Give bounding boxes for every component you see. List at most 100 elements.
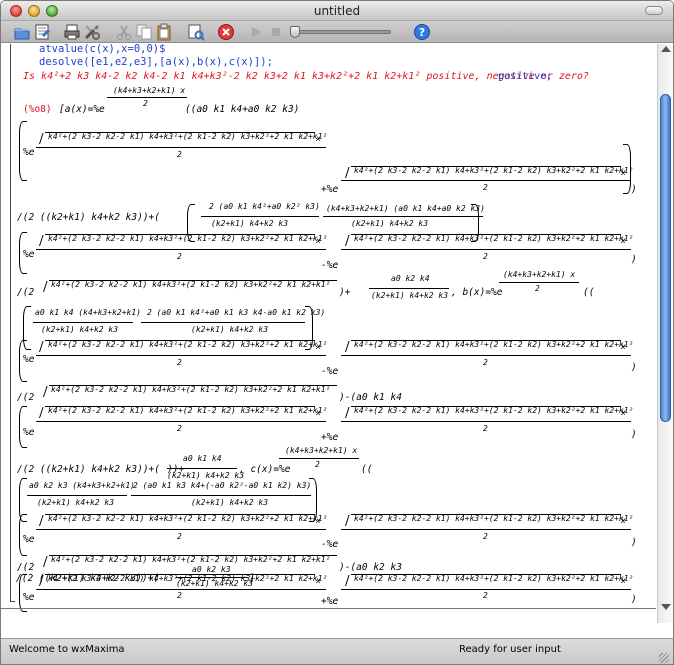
fraction-bar — [131, 495, 311, 496]
b-lhs: , b(x)=%e — [451, 287, 503, 298]
minus-e: -%e — [321, 260, 339, 271]
fraction-bar — [341, 589, 631, 590]
plus-e: +%e — [321, 184, 339, 195]
frac-num: a0 k2 k4 — [391, 274, 430, 283]
e1: %e — [23, 147, 35, 158]
b-den-2: (k2+k1) k4+k2 k3 — [191, 325, 269, 334]
exp-num-a: (k4+k3+k2+k1) x — [113, 86, 186, 95]
frac3-num: (k4+k3+k2+k1) (a0 k1 k4+a0 k2 k3) — [326, 204, 485, 213]
frac3-den: (k2+k1) k4+k2 k3 — [351, 219, 429, 228]
e4: %e — [23, 427, 35, 438]
copy-icon[interactable] — [135, 23, 153, 41]
fraction-bar — [36, 355, 326, 356]
plus-e: +%e — [321, 432, 339, 443]
toolbar-toggle-button[interactable] — [645, 6, 663, 15]
sqrt-body-6: k4²+(2 k3-2 k2-2 k1) k4+k3²+(2 k1-2 k2) … — [48, 340, 328, 349]
sqrt-body-5: k4²+(2 k3-2 k2-2 k1) k4+k3²+(2 k1-2 k2) … — [51, 280, 331, 289]
x-var: x — [621, 576, 626, 585]
fraction-bar — [369, 288, 449, 289]
fraction-bar — [141, 322, 305, 323]
resize-grip-icon[interactable] — [659, 653, 669, 663]
cell-divider — [0, 608, 656, 609]
minus-a0k2k3: )-(a0 k2 k3 — [339, 562, 402, 573]
x-var: x — [316, 576, 321, 585]
sqrt-body-8: k4²+(2 k3-2 k2-2 k1) k4+k3²+(2 k1-2 k2) … — [51, 385, 331, 394]
scroll-down-icon[interactable] — [661, 604, 671, 610]
sqrt-body-1: k4²+(2 k3-2 k2-2 k1) k4+k3²+(2 k1-2 k2) … — [48, 132, 328, 141]
e2: %e — [23, 249, 35, 260]
fraction-bar — [341, 355, 631, 356]
settings-icon[interactable] — [83, 23, 101, 41]
div-1: /(2 ((k2+k1) k4+k2 k3))+( — [17, 212, 160, 223]
frac2-num: 2 (a0 k1 k4²+a0 k2² k3) — [209, 202, 320, 211]
paste-icon[interactable] — [155, 23, 173, 41]
close-paren: ) — [631, 594, 637, 605]
denominator: 2 — [483, 424, 488, 433]
fraction-bar — [36, 589, 326, 590]
open-document-icon[interactable] — [33, 23, 51, 41]
worksheet[interactable]: atvalue(c(x),x=0,0)$ desolve([e1,e2,e3],… — [1, 44, 657, 623]
sqrt-body-15: k4²+(2 k3-2 k2-2 k1) k4+k3²+(2 k1-2 k2) … — [354, 574, 634, 583]
close-paren: ) — [631, 254, 637, 265]
cell-bracket[interactable] — [10, 44, 15, 602]
status-left: Welcome to wxMaxima — [9, 644, 125, 655]
new-document-icon[interactable] — [13, 23, 31, 41]
x-var: x — [316, 516, 321, 525]
stop-icon[interactable] — [217, 23, 235, 41]
input-line-1[interactable]: atvalue(c(x),x=0,0)$ — [39, 44, 165, 55]
denominator: 2 — [483, 183, 488, 192]
app-window: untitled ? atvalue(c(x),x=0,0)$ desolve(… — [0, 0, 674, 665]
status-right: Ready for user input — [459, 644, 561, 655]
denominator: 2 — [483, 532, 488, 541]
frac2-den: (k2+k1) k4+k2 k3 — [211, 219, 289, 228]
fraction-bar — [341, 249, 631, 250]
x-var: x — [316, 236, 321, 245]
close-paren: ) — [631, 362, 637, 373]
vertical-scrollbar[interactable] — [657, 44, 673, 623]
e5: %e — [23, 534, 35, 545]
x-var: x — [621, 408, 626, 417]
fraction-bar — [201, 216, 319, 217]
b-num-2: 2 (a0 k1 k4²+a0 k1 k3 k4-a0 k1 k2 k3) — [147, 308, 326, 317]
plus-e: +%e — [321, 596, 339, 607]
play-icon[interactable] — [247, 23, 265, 41]
fraction-bar — [499, 282, 579, 283]
cut-icon[interactable] — [115, 23, 133, 41]
fraction-bar — [323, 216, 483, 217]
frac-num: a0 k1 k4 — [183, 454, 222, 463]
fraction-bar — [341, 421, 631, 422]
sqrt-body-4: k4²+(2 k3-2 k2-2 k1) k4+k3²+(2 k1-2 k2) … — [354, 234, 634, 243]
minus-a0k1k4: )-(a0 k1 k4 — [339, 392, 402, 403]
sqrt-body-9: k4²+(2 k3-2 k2-2 k1) k4+k3²+(2 k1-2 k2) … — [48, 406, 328, 415]
scroll-up-icon[interactable] — [661, 46, 671, 52]
x-var: x — [316, 134, 321, 143]
input-line-2[interactable]: desolve([e1,e2,e3],[a(x),b(x),c(x)]); — [39, 56, 273, 68]
x-var: x — [621, 236, 626, 245]
exp-den-b: 2 — [535, 284, 540, 293]
sqrt-body-12: k4²+(2 k3-2 k2-2 k1) k4+k3²+(2 k1-2 k2) … — [354, 514, 634, 523]
fraction-bar — [167, 468, 237, 469]
print-icon[interactable] — [63, 23, 81, 41]
svg-text:?: ? — [419, 26, 425, 39]
open-parens: (( — [583, 287, 595, 298]
output-label: (%o8) — [23, 104, 52, 115]
window-title: untitled — [313, 4, 361, 18]
coeff-a: ((a0 k1 k4+a0 k2 k3) — [185, 104, 300, 115]
sqrt-body-10: k4²+(2 k3-2 k2-2 k1) k4+k3²+(2 k1-2 k2) … — [354, 406, 634, 415]
sqrt-body-7: k4²+(2 k3-2 k2-2 k1) k4+k3²+(2 k1-2 k2) … — [354, 340, 634, 349]
scroll-thumb[interactable] — [660, 94, 671, 422]
answer-text[interactable]: positive; — [498, 71, 552, 82]
div-2: /(2 — [17, 287, 35, 298]
fraction-bar — [27, 495, 127, 496]
animation-slider[interactable] — [290, 26, 391, 38]
c-num-1: a0 k2 k3 (k4+k3+k2+k1) — [29, 481, 135, 490]
help-icon[interactable]: ? — [413, 23, 431, 41]
x-var: x — [621, 342, 626, 351]
e3: %e — [23, 354, 35, 365]
slider-thumb[interactable] — [290, 26, 300, 38]
stop-square-icon[interactable] — [267, 23, 285, 41]
denominator: 2 — [177, 532, 182, 541]
select-all-icon[interactable] — [187, 23, 205, 41]
title-bar[interactable]: untitled — [1, 1, 673, 21]
sqrt-body-11: k4²+(2 k3-2 k2-2 k1) k4+k3²+(2 k1-2 k2) … — [48, 514, 328, 523]
